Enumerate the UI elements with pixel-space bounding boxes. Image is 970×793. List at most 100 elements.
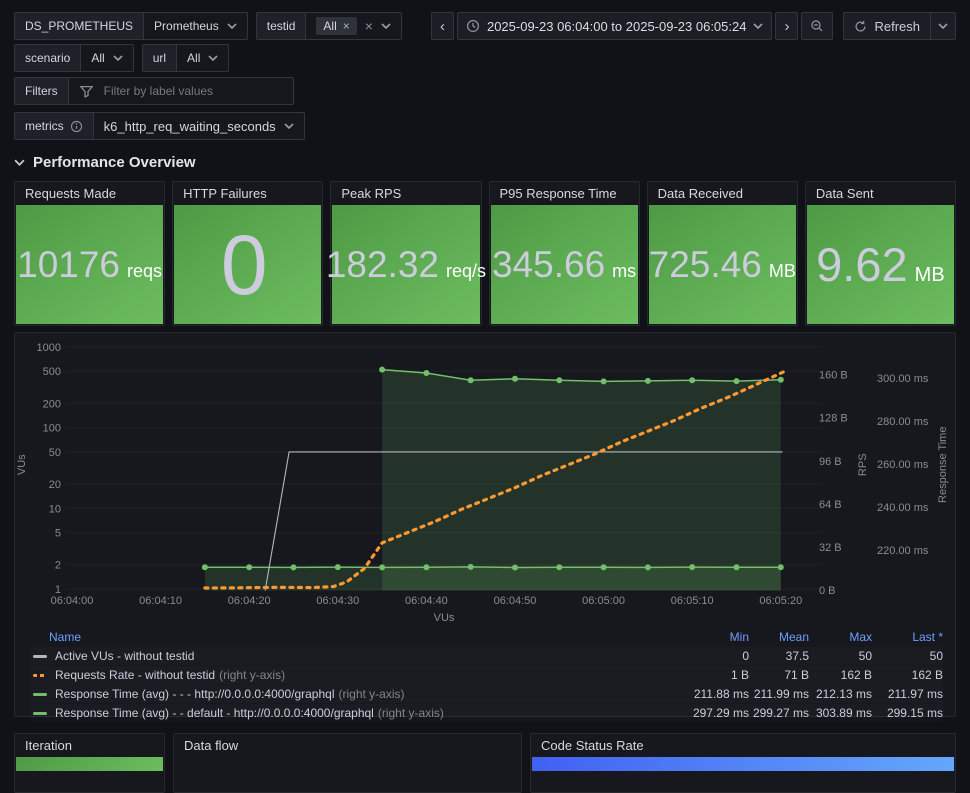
panel-title[interactable]: Data flow (174, 734, 521, 757)
code-status-rate-bar (532, 757, 954, 771)
stat-unit: ms (612, 261, 637, 281)
iteration-panel: Iteration (14, 733, 165, 793)
legend-max: 162 B (840, 668, 872, 682)
remove-value-icon[interactable]: × (343, 20, 350, 32)
legend-series-toggle[interactable]: Response Time (avg) - - default - http:/… (31, 706, 689, 720)
legend-col-min[interactable]: Min (689, 630, 749, 644)
panel-title[interactable]: Data Received (648, 182, 797, 205)
chevron-down-icon (938, 23, 948, 29)
legend-min: 297.29 ms (692, 706, 749, 720)
filters-input[interactable] (101, 83, 283, 99)
legend-mean: 299.27 ms (752, 706, 809, 720)
datasource-select[interactable]: Prometheus (144, 13, 247, 39)
svg-text:RPS: RPS (857, 453, 869, 476)
refresh-button[interactable]: Refresh (844, 13, 930, 39)
zoom-out-button[interactable] (801, 12, 834, 40)
legend-series-toggle[interactable]: Response Time (avg) - - - http://0.0.0.0… (31, 687, 689, 701)
data-flow-panel: Data flow (173, 733, 522, 793)
clear-all-icon[interactable]: × (365, 18, 373, 34)
testid-pill-value: All (323, 19, 337, 33)
legend-min: 211.88 ms (693, 687, 749, 701)
legend-col-mean[interactable]: Mean (749, 630, 809, 644)
timeseries-panel: 1000 500 200 100 50 20 10 5 2 1 160 B 128 B 96 B 64 B… (14, 332, 956, 720)
legend-header: Name Min Mean Max Last * (31, 627, 943, 646)
row-performance-overview[interactable]: Performance Overview (14, 151, 956, 173)
panel-title[interactable]: Peak RPS (331, 182, 480, 205)
url-variable: url All (141, 44, 230, 72)
legend-mean: 37.5 (785, 649, 809, 663)
metrics-select[interactable]: k6_http_req_waiting_seconds (94, 113, 304, 139)
time-shift-forward-button[interactable]: › (775, 12, 799, 40)
toolbar-row-4: metrics k6_http_req_waiting_seconds (14, 112, 956, 140)
url-select[interactable]: All (177, 45, 228, 71)
timeseries-svg[interactable]: 1000500200100502010521160 B128 B96 B64 B… (15, 333, 955, 625)
svg-text:220.00 ms: 220.00 ms (877, 545, 929, 557)
svg-text:280.00 ms: 280.00 ms (877, 416, 929, 428)
svg-text:160 B: 160 B (819, 370, 848, 382)
legend-col-max[interactable]: Max (809, 630, 872, 644)
url-label: url (142, 45, 178, 71)
svg-text:5: 5 (55, 528, 61, 540)
datasource-value: Prometheus (154, 19, 219, 33)
filters-input-wrap (69, 78, 293, 104)
svg-text:06:05:00: 06:05:00 (582, 595, 625, 607)
stat-value: 0 (220, 217, 268, 312)
legend-max: 50 (858, 649, 872, 663)
svg-text:06:04:40: 06:04:40 (405, 595, 448, 607)
stat-body: 182.32 req/s (326, 205, 486, 324)
legend-series-toggle[interactable]: Requests Rate - without testid (right y-a… (31, 668, 689, 682)
panel-title[interactable]: Iteration (15, 734, 164, 757)
legend-row: Active VUs - without testid 0 37.5 50 50 (31, 647, 943, 665)
chart-legend: Name Min Mean Max Last * Active VUs - wi… (15, 625, 955, 722)
stat-body: 9.62 MB (806, 205, 954, 324)
stat-panel-data-sent: Data Sent 9.62 MB (804, 181, 956, 326)
legend-col-name[interactable]: Name (31, 630, 689, 644)
toolbar-row-1: DS_PROMETHEUS Prometheus testid All × × (14, 12, 956, 40)
bottom-panels-row: Iteration Data flow Code Status Rate (14, 733, 956, 793)
stat-panel-p95-response-time: P95 Response Time 345.66 ms (488, 181, 640, 326)
refresh-icon (854, 20, 867, 33)
svg-text:06:04:20: 06:04:20 (228, 595, 271, 607)
metrics-value: k6_http_req_waiting_seconds (103, 118, 276, 134)
svg-text:0 B: 0 B (819, 585, 836, 597)
stat-unit: reqs (127, 261, 163, 281)
time-range-picker[interactable]: 2025-09-23 06:04:00 to 2025-09-23 06:05:… (456, 12, 773, 40)
testid-variable: testid All × × (255, 12, 402, 40)
dashboard-page: DS_PROMETHEUS Prometheus testid All × × (0, 0, 970, 793)
legend-min: 1 B (730, 668, 749, 682)
scenario-select[interactable]: All (81, 45, 132, 71)
legend-last: 211.97 ms (887, 687, 943, 701)
legend-col-last[interactable]: Last * (872, 630, 943, 644)
panel-title[interactable]: HTTP Failures (173, 182, 322, 205)
stat-panel-requests-made: Requests Made 10176 reqs (14, 181, 166, 326)
metrics-label: metrics (15, 113, 94, 139)
metrics-label-text: metrics (25, 119, 64, 133)
testid-pill: All × (316, 17, 357, 35)
funnel-icon (79, 84, 94, 99)
svg-text:Response Time: Response Time (937, 427, 949, 503)
chevron-right-icon: › (784, 17, 790, 35)
svg-text:240.00 ms: 240.00 ms (877, 502, 929, 514)
svg-text:1000: 1000 (37, 342, 61, 354)
refresh-interval-dropdown[interactable] (930, 13, 955, 39)
stat-unit: MB (768, 261, 796, 281)
svg-text:10: 10 (49, 503, 61, 515)
info-circle-icon[interactable] (70, 120, 83, 133)
panel-title[interactable]: Code Status Rate (531, 734, 955, 757)
time-shift-back-button[interactable]: ‹ (430, 12, 454, 40)
stat-body: 725.46 MB (648, 205, 796, 324)
legend-series-toggle[interactable]: Active VUs - without testid (31, 649, 689, 663)
panel-title[interactable]: Data Sent (806, 182, 955, 205)
series-swatch (33, 711, 47, 715)
magnifier-minus-icon (810, 19, 824, 33)
stat-value: 182.32 (325, 244, 439, 285)
legend-max: 212.13 ms (815, 687, 872, 701)
stat-value: 10176 (17, 244, 121, 285)
panel-title[interactable]: Requests Made (15, 182, 164, 205)
testid-select[interactable]: All × × (306, 13, 401, 39)
collapse-chevron-icon (14, 159, 25, 166)
panel-title[interactable]: P95 Response Time (490, 182, 639, 205)
svg-text:64 B: 64 B (819, 499, 842, 511)
legend-last: 162 B (911, 668, 943, 682)
stat-panel-data-received: Data Received 725.46 MB (646, 181, 798, 326)
